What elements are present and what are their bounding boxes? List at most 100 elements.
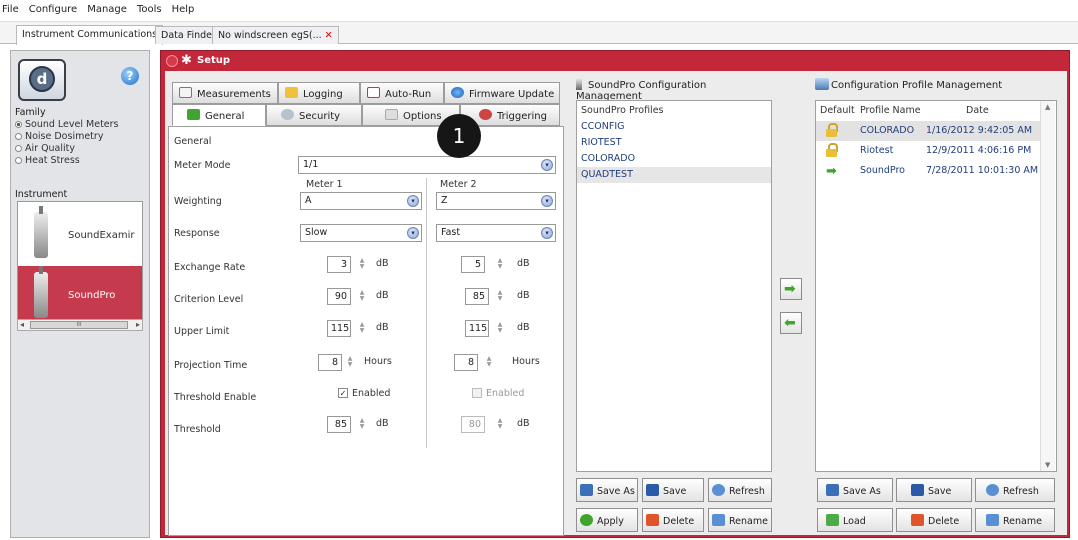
- profiles-vertical-scrollbar[interactable]: ▲ ▼: [1040, 101, 1055, 471]
- meter2-threshold-enable-checkbox[interactable]: [472, 388, 482, 398]
- window-control-icon[interactable]: [166, 55, 178, 67]
- cp-delete-button[interactable]: Delete: [896, 508, 972, 532]
- meter1-weighting-select[interactable]: A ▾: [300, 192, 422, 210]
- list-item[interactable]: CCONFIG: [577, 119, 771, 135]
- column-header-default: Default: [820, 105, 855, 116]
- meter-mode-select[interactable]: 1/1 ▾: [298, 156, 556, 174]
- sp-delete-button[interactable]: Delete: [642, 508, 704, 532]
- cp-save-button[interactable]: Save: [896, 478, 972, 502]
- meter1-upper-limit-input[interactable]: 115: [327, 320, 351, 337]
- spinner-icon[interactable]: ▲ ▼: [346, 356, 354, 370]
- document-tab-strip: Instrument Communications Data Finder No…: [0, 22, 1078, 45]
- spinner-icon[interactable]: ▲ ▼: [496, 418, 504, 432]
- instrument-item-soundexaminer[interactable]: SoundExamir: [18, 206, 142, 266]
- tab-logging[interactable]: Logging: [278, 82, 360, 104]
- chevron-down-icon: ▾: [541, 195, 553, 207]
- table-row[interactable]: Riotest 12/9/2011 4:06:16 PM: [816, 141, 1042, 161]
- measurements-icon: [179, 87, 192, 98]
- general-icon: [187, 109, 200, 120]
- cp-load-button[interactable]: Load: [817, 508, 893, 532]
- cp-refresh-button[interactable]: Refresh: [975, 478, 1055, 502]
- save-icon: [646, 484, 659, 496]
- green-arrow-icon: ➡: [826, 164, 837, 179]
- spinner-icon[interactable]: ▲ ▼: [485, 356, 493, 370]
- cp-rename-button[interactable]: Rename: [975, 508, 1055, 532]
- tab-measurements[interactable]: Measurements: [172, 82, 278, 104]
- meter-mode-label: Meter Mode: [174, 160, 231, 171]
- menu-file[interactable]: File: [0, 0, 24, 15]
- meter1-criterion-input[interactable]: 90: [327, 288, 351, 305]
- meter2-response-select[interactable]: Fast ▾: [436, 224, 556, 242]
- cp-save-as-button[interactable]: Save As: [817, 478, 893, 502]
- delete-icon: [646, 514, 659, 526]
- tab-no-windscreen[interactable]: No windscreen egS(... ✕: [212, 26, 339, 44]
- meter1-response-select[interactable]: Slow ▾: [300, 224, 422, 242]
- instrument-horizontal-scrollbar[interactable]: ◂ III ▸: [17, 319, 143, 331]
- meter2-criterion-input[interactable]: 85: [465, 288, 489, 305]
- device-icon: [34, 206, 48, 258]
- exchange-rate-label: Exchange Rate: [174, 262, 246, 273]
- save-icon: [911, 484, 924, 496]
- column-header-profile-name: Profile Name: [860, 105, 921, 116]
- sp-apply-button[interactable]: Apply: [576, 508, 638, 532]
- list-item[interactable]: RIOTEST: [577, 135, 771, 151]
- device-icon: [34, 266, 48, 318]
- refresh-icon: [712, 484, 725, 496]
- menu-tools[interactable]: Tools: [132, 0, 167, 15]
- family-radio-air-quality[interactable]: Air Quality: [15, 143, 75, 154]
- spinner-icon[interactable]: ▲ ▼: [358, 290, 366, 304]
- globe-icon: [451, 87, 464, 98]
- apply-icon: [580, 514, 593, 526]
- tab-firmware-update[interactable]: Firmware Update: [444, 82, 560, 104]
- sp-refresh-button[interactable]: Refresh: [708, 478, 772, 502]
- meter1-threshold-input[interactable]: 85: [327, 416, 351, 433]
- meter2-upper-limit-input[interactable]: 115: [465, 320, 489, 337]
- meter2-weighting-select[interactable]: Z ▾: [436, 192, 556, 210]
- meter2-threshold-input[interactable]: 80: [461, 416, 485, 433]
- family-radio-heat-stress[interactable]: Heat Stress: [15, 155, 80, 166]
- menu-configure[interactable]: Configure: [24, 0, 82, 15]
- rename-icon: [712, 514, 725, 526]
- menu-manage[interactable]: Manage: [82, 0, 132, 15]
- gear-icon: ✱: [181, 53, 192, 68]
- meter2-exchange-rate-input[interactable]: 5: [461, 256, 485, 273]
- meter1-exchange-rate-input[interactable]: 3: [327, 256, 351, 273]
- family-radio-noise-dosimetry[interactable]: Noise Dosimetry: [15, 131, 103, 142]
- sp-rename-button[interactable]: Rename: [708, 508, 772, 532]
- sp-save-as-button[interactable]: Save As: [576, 478, 638, 502]
- scroll-up-icon[interactable]: ▲: [1045, 103, 1050, 111]
- copy-to-soundpro-button[interactable]: ⬅: [780, 312, 802, 334]
- meter1-threshold-enable-checkbox[interactable]: ✓: [338, 388, 348, 398]
- response-label: Response: [174, 228, 220, 239]
- setup-title-bar: ✱ Setup: [161, 51, 1069, 71]
- spinner-icon[interactable]: ▲ ▼: [358, 322, 366, 336]
- delete-icon: [911, 514, 924, 526]
- family-radio-sound-level-meters[interactable]: Sound Level Meters: [15, 119, 119, 130]
- tab-instrument-communications[interactable]: Instrument Communications: [16, 25, 164, 45]
- scroll-down-icon[interactable]: ▼: [1045, 461, 1050, 469]
- spinner-icon[interactable]: ▲ ▼: [358, 418, 366, 432]
- meter2-projection-input[interactable]: 8: [454, 354, 478, 371]
- copy-to-profiles-button[interactable]: ➡: [780, 278, 802, 300]
- help-icon[interactable]: ?: [121, 67, 139, 85]
- tab-auto-run[interactable]: Auto-Run: [360, 82, 444, 104]
- spinner-icon[interactable]: ▲ ▼: [496, 258, 504, 272]
- options-icon: [385, 109, 398, 120]
- list-header: SoundPro Profiles: [581, 105, 664, 116]
- spinner-icon[interactable]: ▲ ▼: [358, 258, 366, 272]
- table-row[interactable]: COLORADO 1/16/2012 9:42:05 AM: [816, 121, 1042, 141]
- list-item[interactable]: COLORADO: [577, 151, 771, 167]
- meter1-projection-input[interactable]: 8: [318, 354, 342, 371]
- spinner-icon[interactable]: ▲ ▼: [496, 290, 504, 304]
- sp-save-button[interactable]: Save: [642, 478, 704, 502]
- close-icon[interactable]: ✕: [325, 30, 333, 41]
- instrument-sidebar: d ? Family Sound Level Meters Noise Dosi…: [10, 50, 150, 538]
- list-item[interactable]: QUADTEST: [577, 167, 771, 183]
- table-row[interactable]: ➡ SoundPro 7/28/2011 10:01:30 AM: [816, 161, 1042, 181]
- menu-help[interactable]: Help: [167, 0, 200, 15]
- spinner-icon[interactable]: ▲ ▼: [496, 322, 504, 336]
- tab-security[interactable]: Security: [266, 104, 362, 126]
- device-icon: [576, 78, 582, 90]
- instrument-item-soundpro[interactable]: SoundPro: [18, 266, 142, 326]
- tab-general[interactable]: General: [172, 104, 266, 126]
